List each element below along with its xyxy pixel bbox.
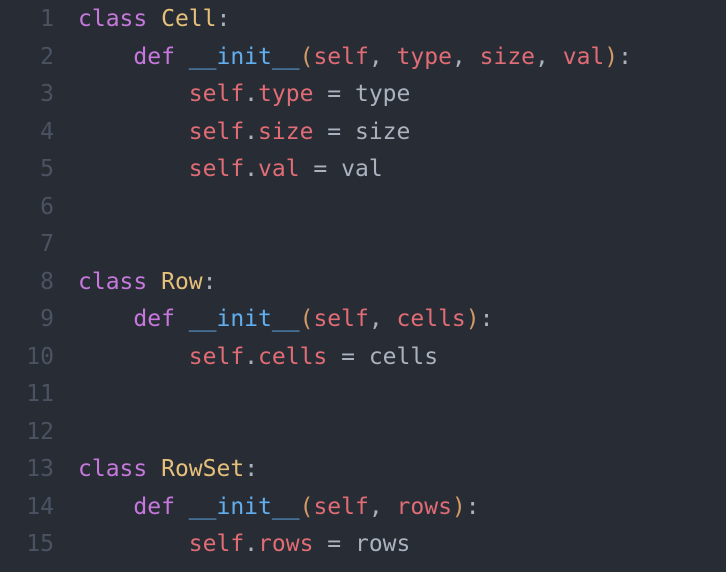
line-number: 8 bbox=[0, 269, 78, 295]
code-line: 7 bbox=[0, 231, 726, 269]
code-line: 8class Row: bbox=[0, 269, 726, 307]
code-content: self.rows = rows bbox=[78, 531, 410, 557]
code-line: 13class RowSet: bbox=[0, 456, 726, 494]
code-line: 12 bbox=[0, 419, 726, 457]
line-number: 15 bbox=[0, 531, 78, 557]
code-content: def __init__(self, cells): bbox=[78, 306, 494, 332]
line-number: 4 bbox=[0, 119, 78, 145]
line-number: 13 bbox=[0, 456, 78, 482]
code-content: def __init__(self, rows): bbox=[78, 494, 480, 520]
line-number: 10 bbox=[0, 344, 78, 370]
line-number: 9 bbox=[0, 306, 78, 332]
code-line: 9 def __init__(self, cells): bbox=[0, 306, 726, 344]
line-number: 12 bbox=[0, 419, 78, 445]
code-content: class RowSet: bbox=[78, 456, 258, 482]
code-line: 15 self.rows = rows bbox=[0, 531, 726, 569]
line-number: 14 bbox=[0, 494, 78, 520]
code-content: class Cell: bbox=[78, 6, 230, 32]
code-editor: 1class Cell: 2 def __init__(self, type, … bbox=[0, 0, 726, 569]
code-content: self.val = val bbox=[78, 156, 383, 182]
code-line: 2 def __init__(self, type, size, val): bbox=[0, 44, 726, 82]
line-number: 1 bbox=[0, 6, 78, 32]
code-line: 11 bbox=[0, 381, 726, 419]
code-line: 14 def __init__(self, rows): bbox=[0, 494, 726, 532]
code-line: 10 self.cells = cells bbox=[0, 344, 726, 382]
code-line: 5 self.val = val bbox=[0, 156, 726, 194]
line-number: 6 bbox=[0, 194, 78, 220]
code-content: def __init__(self, type, size, val): bbox=[78, 44, 632, 70]
code-line: 3 self.type = type bbox=[0, 81, 726, 119]
code-content: self.size = size bbox=[78, 119, 410, 145]
line-number: 11 bbox=[0, 381, 78, 407]
code-line: 4 self.size = size bbox=[0, 119, 726, 157]
code-content: self.type = type bbox=[78, 81, 410, 107]
code-content: self.cells = cells bbox=[78, 344, 438, 370]
code-line: 6 bbox=[0, 194, 726, 232]
line-number: 7 bbox=[0, 231, 78, 257]
code-content: class Row: bbox=[78, 269, 217, 295]
line-number: 5 bbox=[0, 156, 78, 182]
line-number: 2 bbox=[0, 44, 78, 70]
line-number: 3 bbox=[0, 81, 78, 107]
code-line: 1class Cell: bbox=[0, 6, 726, 44]
